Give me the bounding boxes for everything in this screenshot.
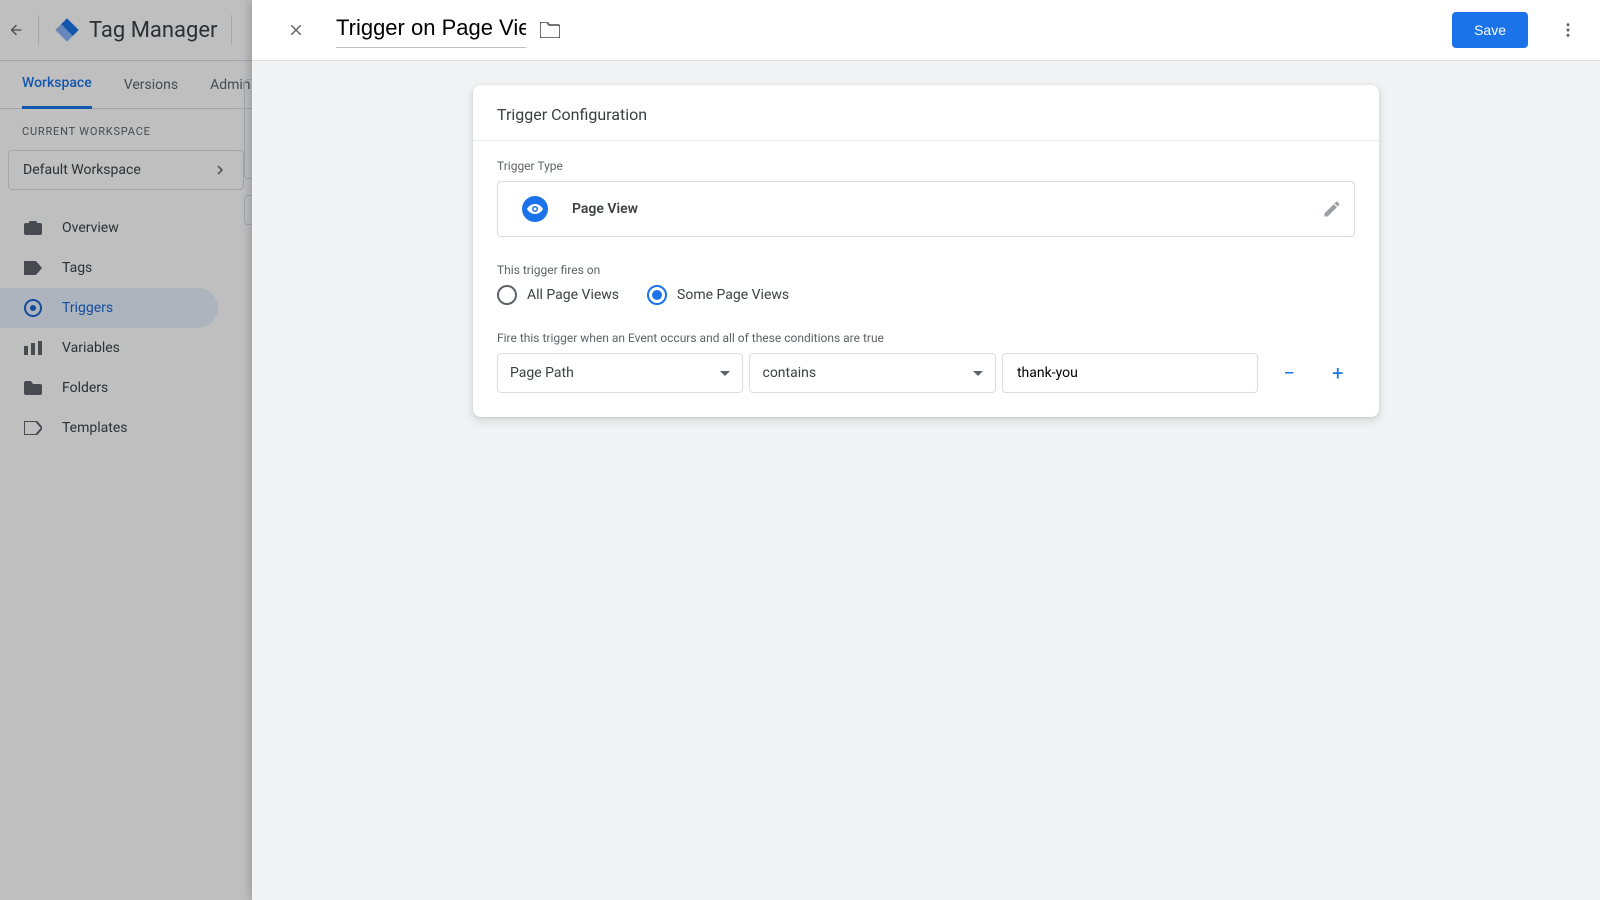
close-button[interactable] [276, 10, 316, 50]
remove-condition-button[interactable]: − [1272, 355, 1307, 391]
more-menu-button[interactable] [1548, 10, 1588, 50]
pencil-icon[interactable] [1322, 199, 1342, 219]
trigger-editor-panel: Save Trigger Configuration Trigger Type … [252, 0, 1600, 900]
radio-some-page-views[interactable]: Some Page Views [647, 285, 789, 305]
radio-label: Some Page Views [677, 287, 789, 303]
radio-unchecked-icon [497, 285, 517, 305]
caret-down-icon [973, 371, 983, 376]
page-view-icon [522, 196, 548, 222]
fires-on-label: This trigger fires on [497, 263, 1355, 277]
save-button[interactable]: Save [1452, 12, 1528, 48]
condition-operator-select[interactable]: contains [749, 353, 995, 393]
condition-variable-select[interactable]: Page Path [497, 353, 743, 393]
radio-checked-icon [647, 285, 667, 305]
conditions-label: Fire this trigger when an Event occurs a… [497, 331, 1355, 345]
trigger-type-value: Page View [572, 201, 638, 217]
caret-down-icon [720, 371, 730, 376]
folder-icon[interactable] [540, 22, 560, 38]
select-value: contains [762, 365, 816, 381]
trigger-config-card: Trigger Configuration Trigger Type Page … [473, 85, 1379, 417]
card-title: Trigger Configuration [473, 85, 1379, 141]
radio-label: All Page Views [527, 287, 619, 303]
trigger-name-input[interactable] [336, 13, 526, 48]
condition-value-input[interactable] [1002, 353, 1258, 393]
trigger-type-label: Trigger Type [497, 159, 1355, 173]
select-value: Page Path [510, 365, 574, 381]
trigger-type-row[interactable]: Page View [497, 181, 1355, 237]
add-condition-button[interactable]: + [1320, 355, 1355, 391]
radio-all-page-views[interactable]: All Page Views [497, 285, 619, 305]
